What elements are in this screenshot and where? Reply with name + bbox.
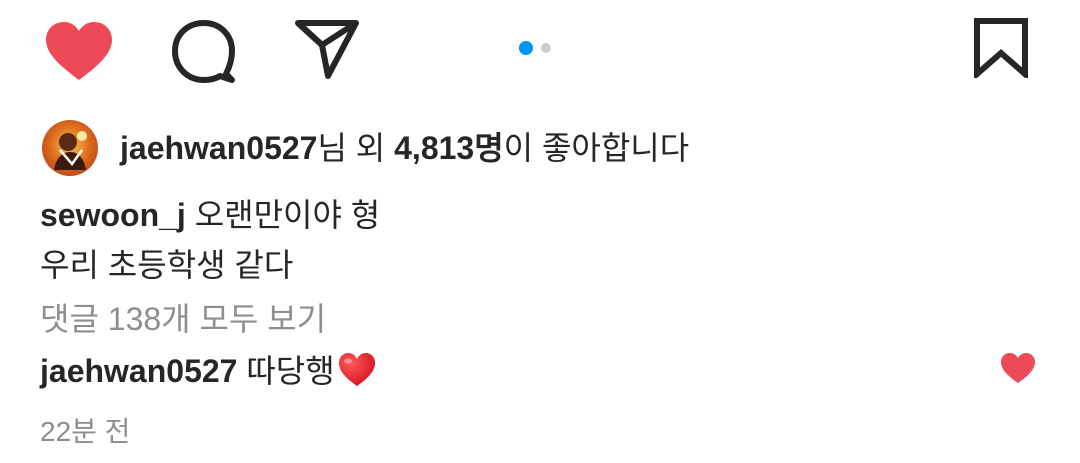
heart-filled-icon [1001, 353, 1035, 383]
caption-text-1: 오랜만이야 형 [185, 197, 381, 233]
comment-username[interactable]: jaehwan0527 [40, 353, 237, 389]
save-button[interactable] [972, 18, 1030, 81]
comment-button[interactable] [170, 18, 238, 84]
likes-count[interactable]: 4,813명 [394, 130, 504, 166]
carousel-dot-active [519, 41, 533, 55]
paper-plane-icon [295, 20, 359, 79]
likes-text-2: 이 좋아합니다 [503, 130, 690, 166]
heart-filled-icon [46, 22, 112, 80]
caption-line-1: sewoon_j 오랜만이야 형 [40, 190, 1020, 240]
comment-text: 따당행 [237, 353, 335, 389]
red-heart-emoji-icon [338, 353, 375, 386]
profile-avatar-icon [42, 120, 98, 176]
comment: jaehwan0527 따당행 [40, 346, 377, 396]
post-caption: sewoon_j 오랜만이야 형 우리 초등학생 같다 [40, 190, 1020, 290]
view-all-comments-link[interactable]: 댓글 138개 모두 보기 [40, 294, 326, 344]
liker-username[interactable]: jaehwan0527 [120, 130, 317, 166]
caption-username[interactable]: sewoon_j [40, 197, 186, 233]
comment-timestamp: 22분 전 [40, 416, 131, 447]
likes-summary: jaehwan0527님 외 4,813명이 좋아합니다 [120, 126, 689, 170]
comment-like-button[interactable] [1000, 352, 1036, 384]
carousel-indicator [519, 40, 551, 56]
share-button[interactable] [294, 18, 360, 80]
caption-line-2: 우리 초등학생 같다 [40, 247, 294, 283]
speech-bubble-icon [172, 20, 235, 83]
carousel-dot [541, 43, 551, 53]
like-button[interactable] [44, 20, 114, 82]
likes-text-1: 님 외 [317, 130, 395, 166]
bookmark-icon [974, 18, 1028, 81]
avatar[interactable] [42, 120, 98, 176]
